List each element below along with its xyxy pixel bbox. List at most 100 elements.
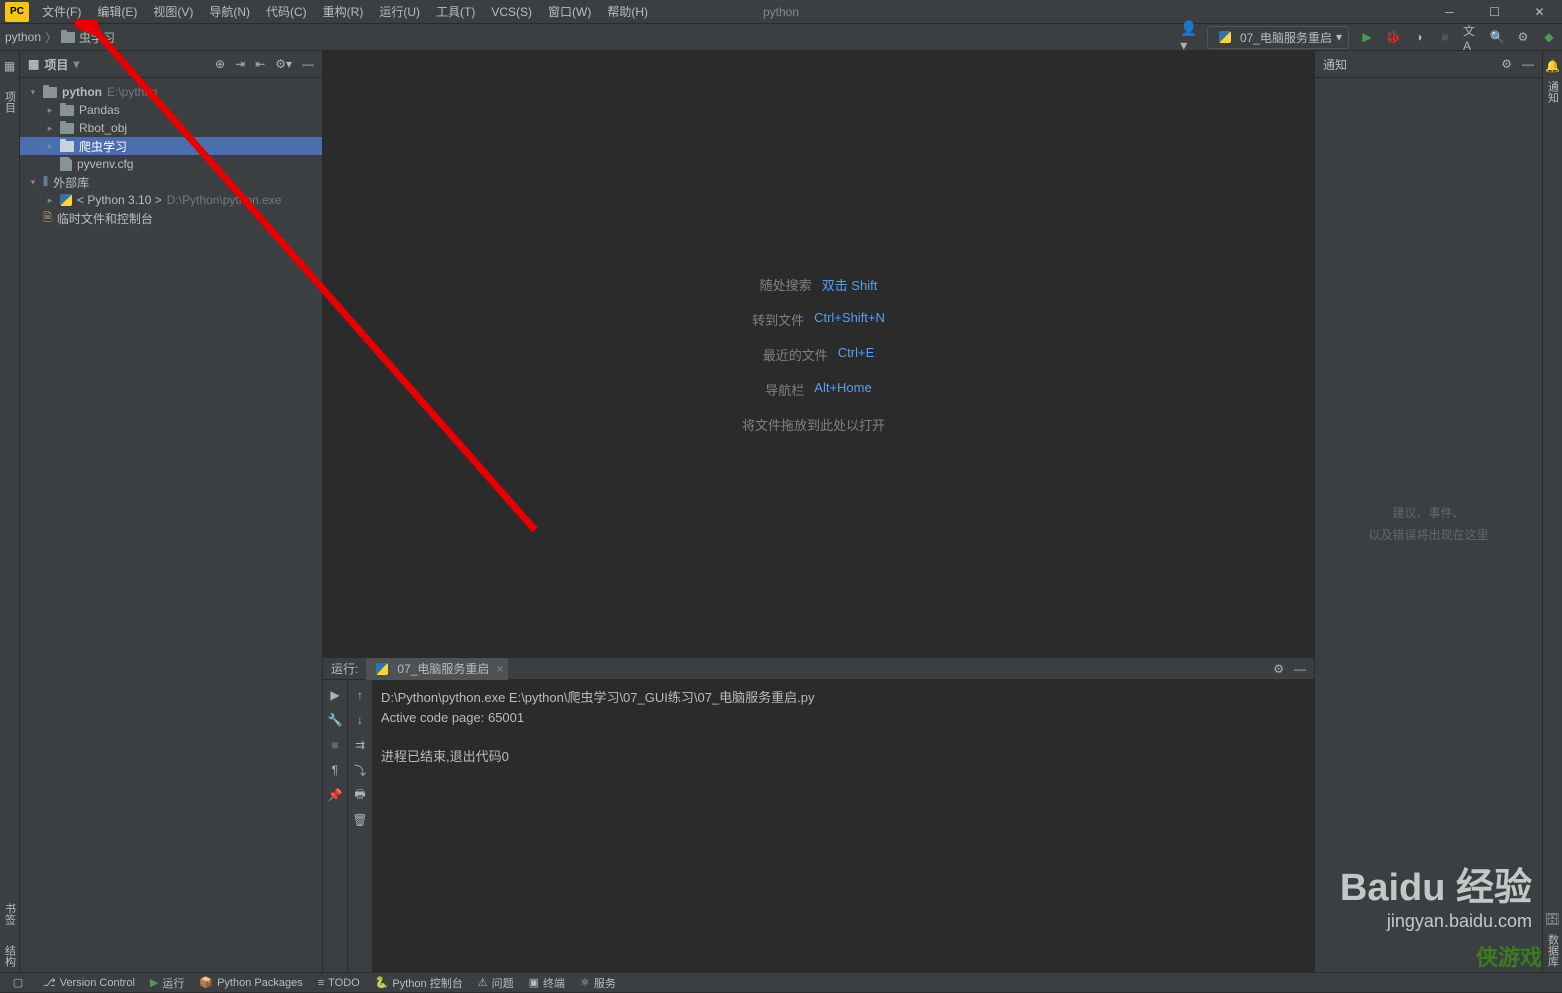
project-tab[interactable]: 项目	[2, 86, 18, 118]
notif-settings-icon[interactable]: ⚙	[1501, 57, 1512, 71]
sb-run[interactable]: ▶运行	[150, 975, 184, 991]
coverage-button[interactable]: ◑	[1411, 29, 1427, 45]
hint-search-key: 双击 Shift	[822, 275, 878, 294]
pin-icon[interactable]: 📌	[325, 785, 345, 805]
console-line: 进程已结束,退出代码0	[381, 747, 1306, 767]
menu-window[interactable]: 窗口(W)	[540, 0, 599, 24]
stop-button[interactable]: ■	[1437, 29, 1453, 45]
sb-pyconsole[interactable]: 🐍Python 控制台	[375, 975, 463, 991]
menu-refactor[interactable]: 重构(R)	[315, 0, 372, 24]
chevron-down-icon: ▾	[1336, 30, 1342, 44]
down-icon[interactable]: ↓	[350, 710, 370, 730]
tree-root-path: E:\python	[107, 85, 158, 99]
python-icon	[1219, 31, 1231, 43]
translate-icon[interactable]: 文A	[1463, 29, 1479, 45]
tree-external-libs[interactable]: ▾ ⫼ 外部库	[20, 173, 322, 191]
menu-edit[interactable]: 编辑(E)	[89, 0, 145, 24]
project-tool-button[interactable]: ▦	[0, 56, 20, 76]
sb-services[interactable]: ⚛服务	[580, 975, 616, 991]
hide-panel-icon[interactable]: —	[302, 57, 314, 71]
maximize-button[interactable]: ☐	[1472, 0, 1517, 24]
search-icon[interactable]: 🔍	[1489, 29, 1505, 45]
statusbar: ▢ ⎇Version Control ▶运行 📦Python Packages …	[0, 972, 1562, 992]
chevron-right-icon: ▸	[45, 141, 55, 152]
collapse-all-icon[interactable]: ⇤	[255, 57, 265, 71]
project-tree[interactable]: ▾ python E:\python ▸ Pandas ▸ Rbot_obj ▸…	[20, 78, 322, 232]
close-tab-icon[interactable]: ×	[496, 662, 503, 676]
run-settings-icon[interactable]: ⚙	[1273, 662, 1284, 676]
hide-run-icon[interactable]: —	[1294, 662, 1306, 676]
hint-recent-label: 最近的文件	[763, 345, 828, 364]
tree-python-interp[interactable]: ▸ < Python 3.10 > D:\Python\python.exe	[20, 191, 322, 209]
sb-version-control[interactable]: ⎇Version Control	[43, 976, 135, 989]
sb-problems[interactable]: ⚠问题	[478, 975, 514, 991]
tree-folder-pandas[interactable]: ▸ Pandas	[20, 101, 322, 119]
menu-navigate[interactable]: 导航(N)	[201, 0, 258, 24]
select-opened-icon[interactable]: ⊕	[215, 57, 225, 71]
up-icon[interactable]: ↑	[350, 685, 370, 705]
tree-folder-rbot[interactable]: ▸ Rbot_obj	[20, 119, 322, 137]
debug-button[interactable]: 🐞	[1385, 29, 1401, 45]
tree-root[interactable]: ▾ python E:\python	[20, 83, 322, 101]
breadcrumb[interactable]: python 〉 虫学习	[5, 29, 115, 46]
menu-code[interactable]: 代码(C)	[258, 0, 315, 24]
menu-help[interactable]: 帮助(H)	[599, 0, 656, 24]
chevron-down-icon: ▾	[28, 87, 38, 98]
scratch-icon: 🗎	[43, 209, 52, 228]
pycharm-logo-icon: PC	[5, 2, 29, 22]
breadcrumb-root[interactable]: python	[5, 30, 41, 44]
wrench-icon[interactable]: 🔧	[325, 710, 345, 730]
close-button[interactable]: ✕	[1517, 0, 1562, 24]
hint-recent-key: Ctrl+E	[838, 345, 874, 364]
menu-tools[interactable]: 工具(T)	[428, 0, 483, 24]
console-output[interactable]: D:\Python\python.exe E:\python\爬虫学习\07_G…	[373, 680, 1314, 972]
stop-icon[interactable]: ■	[325, 735, 345, 755]
run-panel-title: 运行:	[331, 660, 358, 677]
tree-file-pyvenv[interactable]: pyvenv.cfg	[20, 155, 322, 173]
shield-icon[interactable]: ◆	[1541, 29, 1557, 45]
layout-icon[interactable]: ¶	[325, 760, 345, 780]
sb-todo[interactable]: ≡TODO	[318, 977, 360, 989]
expand-all-icon[interactable]: ⇥	[235, 57, 245, 71]
rerun-button[interactable]: ▶	[325, 685, 345, 705]
run-tab[interactable]: 07_电脑服务重启 ×	[366, 658, 508, 680]
db-tab[interactable]: 数据库	[1545, 929, 1561, 972]
menu-file[interactable]: 文件(F)	[34, 0, 89, 24]
tree-label: Rbot_obj	[79, 121, 127, 135]
menu-run[interactable]: 运行(U)	[371, 0, 428, 24]
bell-icon[interactable]: 🔔	[1543, 56, 1562, 76]
notif-tab[interactable]: 通知	[1545, 76, 1561, 108]
hint-gotofile-key: Ctrl+Shift+N	[814, 310, 885, 329]
left-gutter: ▦ 项目 书签 结构	[0, 51, 20, 972]
db-icon[interactable]: 🗄	[1543, 909, 1562, 929]
run-config-selector[interactable]: 07_电脑服务重启 ▾	[1207, 26, 1349, 49]
bookmarks-tab[interactable]: 书签	[2, 898, 18, 930]
menu-vcs[interactable]: VCS(S)	[483, 0, 540, 24]
minimize-button[interactable]: ─	[1427, 0, 1472, 24]
library-icon: ⫼	[43, 176, 48, 189]
sb-terminal[interactable]: ▣终端	[529, 975, 565, 991]
user-icon[interactable]: 👤▾	[1181, 29, 1197, 45]
hide-notif-icon[interactable]: —	[1522, 57, 1534, 71]
tool-window-icon[interactable]: ▢	[8, 973, 28, 993]
tree-folder-crawler[interactable]: ▸ 爬虫学习	[20, 137, 322, 155]
settings-icon[interactable]: ⚙	[1515, 29, 1531, 45]
chevron-right-icon: ▸	[45, 105, 55, 116]
editor-empty-state: 随处搜索双击 Shift 转到文件Ctrl+Shift+N 最近的文件Ctrl+…	[323, 51, 1314, 657]
scroll-icon[interactable]: ⤵	[350, 760, 370, 780]
navbar: python 〉 虫学习 👤▾ 07_电脑服务重启 ▾ ▶ 🐞 ◑ ■ 文A 🔍…	[0, 24, 1562, 51]
tree-scratch[interactable]: 🗎 临时文件和控制台	[20, 209, 322, 227]
sb-packages[interactable]: 📦Python Packages	[199, 976, 302, 989]
console-line: Active code page: 65001	[381, 708, 1306, 728]
chevron-down-icon[interactable]: ▾	[73, 57, 79, 71]
trash-icon[interactable]: 🗑	[350, 810, 370, 830]
structure-tab[interactable]: 结构	[2, 940, 18, 972]
softwrap-icon[interactable]: ⇉	[350, 735, 370, 755]
tree-label: Pandas	[79, 103, 120, 117]
menu-view[interactable]: 视图(V)	[145, 0, 201, 24]
run-button[interactable]: ▶	[1359, 29, 1375, 45]
print-icon[interactable]: 🖶	[350, 785, 370, 805]
notif-empty-line1: 建议、事件、	[1392, 503, 1464, 525]
panel-settings-icon[interactable]: ⚙▾	[275, 57, 292, 71]
breadcrumb-folder[interactable]: 虫学习	[79, 29, 115, 46]
